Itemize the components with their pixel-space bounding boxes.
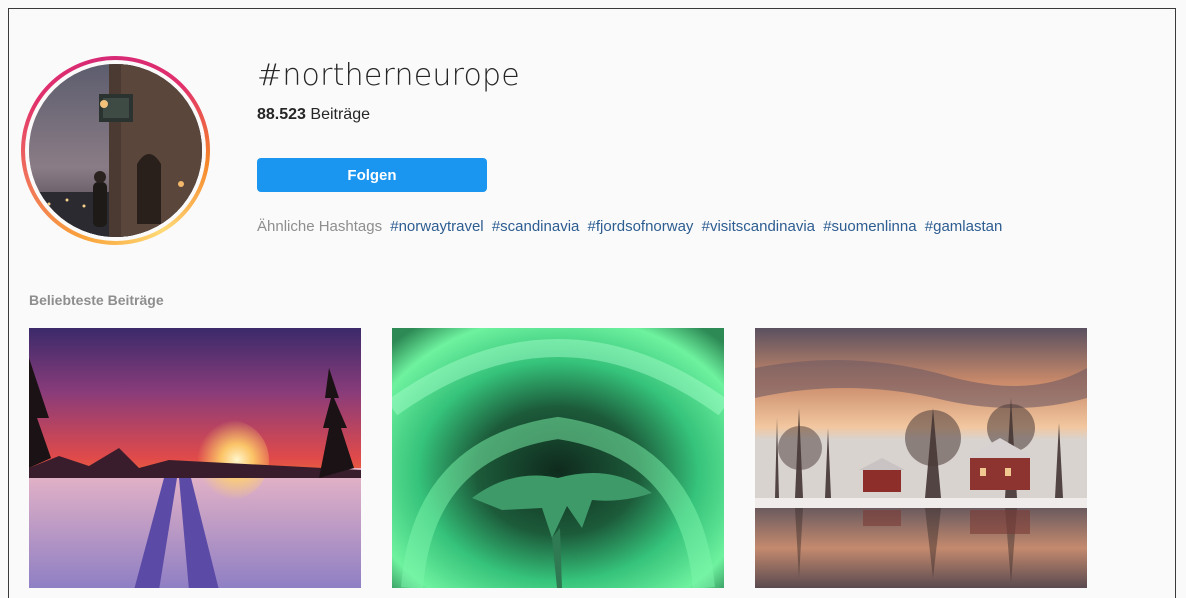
hashtag-avatar[interactable] bbox=[21, 56, 210, 245]
related-hashtag-link[interactable]: #scandinavia bbox=[492, 218, 580, 235]
avatar-photo bbox=[29, 64, 202, 237]
follow-button[interactable]: Folgen bbox=[257, 158, 487, 192]
post-count-label: Beiträge bbox=[310, 106, 370, 123]
related-hashtags: Ähnliche Hashtags #norwaytravel #scandin… bbox=[257, 218, 1006, 235]
post-count-value: 88.523 bbox=[257, 106, 306, 123]
related-hashtag-link[interactable]: #norwaytravel bbox=[390, 218, 483, 235]
post-thumbnail-sunset[interactable] bbox=[29, 328, 361, 588]
post-image bbox=[392, 328, 724, 588]
related-hashtags-label: Ähnliche Hashtags bbox=[257, 218, 383, 235]
post-thumbnail-lakehouses[interactable] bbox=[755, 328, 1087, 588]
related-hashtag-link[interactable]: #gamlastan bbox=[925, 218, 1003, 235]
related-hashtag-link[interactable]: #fjordsofnorway bbox=[588, 218, 694, 235]
page-title: #northerneurope bbox=[257, 58, 520, 93]
post-thumbnail-aurora[interactable] bbox=[392, 328, 724, 588]
related-hashtag-link[interactable]: #suomenlinna bbox=[823, 218, 916, 235]
post-image bbox=[755, 328, 1087, 588]
post-count: 88.523 Beiträge bbox=[257, 106, 370, 124]
related-hashtag-link[interactable]: #visitscandinavia bbox=[702, 218, 815, 235]
avatar-image bbox=[29, 64, 202, 237]
post-image bbox=[29, 328, 361, 588]
top-posts-heading: Beliebteste Beiträge bbox=[29, 292, 164, 308]
